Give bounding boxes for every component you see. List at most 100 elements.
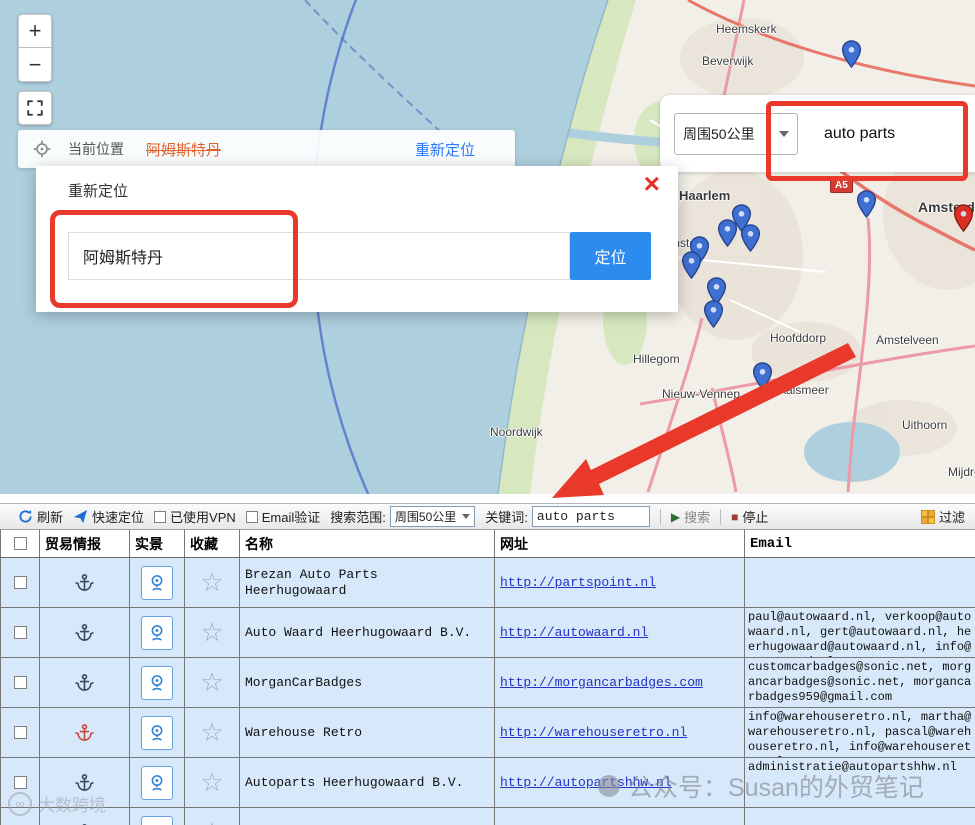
refresh-icon (19, 509, 32, 523)
star-icon[interactable]: ☆ (200, 820, 223, 825)
website-link[interactable]: http://morgancarbadges.com (500, 675, 703, 690)
row-checkbox[interactable] (13, 776, 27, 789)
anchor-icon[interactable] (75, 623, 94, 642)
search-range-value: 周围50公里 (394, 510, 457, 524)
grid-toolbar: 刷新 快速定位 已使用VPN Email验证 搜索范围: 周围50公里 关键词:… (0, 503, 975, 530)
quick-locate-button[interactable]: 快速定位 (73, 507, 144, 526)
map-canvas[interactable]: HeemskerkBeverwijkHaarlemHeemstedeAmster… (0, 0, 975, 494)
row-checkbox[interactable] (13, 626, 27, 639)
email-verify-checkbox[interactable] (245, 510, 258, 523)
row-checkbox-cell (0, 708, 40, 757)
search-button[interactable]: ▶ 搜索 (671, 507, 710, 526)
street-view-button[interactable] (141, 715, 173, 750)
map-pin[interactable] (841, 40, 862, 69)
fullscreen-button[interactable] (18, 91, 52, 125)
map-keyword-input[interactable]: auto parts (824, 125, 895, 143)
header-name: 名称 (240, 530, 495, 557)
filter-button[interactable]: 过滤 (920, 507, 965, 526)
table-header: 贸易情报 实景 收藏 名称 网址 Email (0, 530, 975, 558)
trade-info-cell (40, 758, 130, 807)
keyword-label: 关键词: (485, 510, 528, 525)
company-name: Autoparts Heerhugowaard B.V. (240, 758, 495, 807)
zoom-in-button[interactable]: + (18, 14, 52, 48)
table-row: ☆ MorganCarBadges http://morgancarbadges.c… (0, 658, 975, 708)
close-icon[interactable]: × (644, 170, 660, 198)
relocate-link[interactable]: 重新定位 (415, 139, 475, 160)
website-link[interactable]: http://partspoint.nl (500, 575, 656, 590)
row-checkbox[interactable] (13, 726, 27, 739)
row-checkbox-cell (0, 608, 40, 657)
website-link[interactable]: http://autopartshhw.nl (500, 775, 672, 790)
map-pin[interactable] (717, 219, 738, 248)
map-pin[interactable] (681, 251, 702, 280)
star-icon[interactable]: ☆ (200, 720, 223, 746)
modal-title: 重新定位 (68, 183, 129, 200)
relocate-modal: 重新定位 × 定位 (36, 166, 678, 312)
map-pin[interactable] (740, 224, 761, 253)
website-cell: http://autopartshhw.nl (495, 758, 745, 807)
map-pin[interactable] (752, 362, 773, 391)
map-range-value: 周围50公里 (683, 125, 755, 142)
emails-cell: paul@autowaard.nl, verkoop@autowaard.nl,… (748, 610, 972, 657)
row-checkbox[interactable] (13, 576, 27, 589)
search-range-label: 搜索范围: (330, 510, 386, 525)
favorite-cell: ☆ (185, 558, 240, 607)
street-view-button[interactable] (141, 615, 173, 650)
vpn-checkbox[interactable] (154, 510, 167, 523)
filter-label: 过滤 (938, 510, 965, 525)
map-pin[interactable] (856, 190, 877, 219)
row-checkbox[interactable] (13, 676, 27, 689)
table-row: ☆ Brezan Auto Parts Heerhugowaard http://p… (0, 558, 975, 608)
stop-button[interactable]: ■ 停止 (731, 507, 768, 526)
map-pin-selected[interactable] (953, 204, 974, 233)
locate-button[interactable]: 定位 (570, 232, 651, 280)
table-body: ☆ Brezan Auto Parts Heerhugowaard http://p… (0, 558, 975, 825)
row-checkbox-cell (0, 808, 40, 825)
refresh-button[interactable]: 刷新 (18, 507, 63, 526)
zoom-out-button[interactable]: − (18, 48, 52, 82)
dart-icon (73, 509, 88, 524)
anchor-icon[interactable] (75, 573, 94, 592)
street-view-button[interactable] (141, 665, 173, 700)
vpn-checkbox-group: 已使用VPN (154, 507, 236, 526)
select-all-checkbox[interactable] (13, 537, 27, 550)
star-icon[interactable]: ☆ (200, 770, 223, 796)
street-view-cell (130, 708, 185, 757)
relocate-city-input[interactable] (68, 232, 570, 280)
website-link[interactable]: http://autowaard.nl (500, 625, 648, 640)
map-pin[interactable] (703, 300, 724, 329)
star-icon[interactable]: ☆ (200, 620, 223, 646)
street-view-button[interactable] (141, 565, 173, 600)
street-view-button[interactable] (141, 815, 173, 825)
website-link[interactable]: http://warehouseretro.nl (500, 725, 687, 740)
current-location-label: 当前位置 (68, 141, 124, 157)
vpn-label: 已使用VPN (170, 510, 236, 525)
header-favorite: 收藏 (185, 530, 240, 557)
header-street-view: 实景 (130, 530, 185, 557)
star-icon[interactable]: ☆ (200, 570, 223, 596)
anchor-icon[interactable] (75, 673, 94, 692)
stop-label: 停止 (742, 510, 769, 525)
street-view-cell (130, 808, 185, 825)
map-search-panel: 周围50公里 auto parts (660, 95, 975, 172)
trade-info-cell (40, 708, 130, 757)
website-cell: http://morgancarbadges.com (495, 658, 745, 707)
expand-icon (27, 100, 43, 116)
filter-grid-icon (920, 509, 935, 524)
favorite-cell: ☆ (185, 708, 240, 757)
target-icon (32, 139, 52, 159)
stop-icon: ■ (731, 509, 739, 524)
anchor-icon[interactable] (75, 723, 94, 742)
street-view-button[interactable] (141, 765, 173, 800)
anchor-icon[interactable] (75, 773, 94, 792)
row-checkbox-cell (0, 658, 40, 707)
map-range-select[interactable]: 周围50公里 (674, 112, 798, 155)
star-icon[interactable]: ☆ (200, 670, 223, 696)
website-cell: http://warehouseretro.nl (495, 708, 745, 757)
keyword-input[interactable]: auto parts (531, 506, 650, 527)
email-verify-label: Email验证 (261, 510, 321, 525)
favorite-cell: ☆ (185, 608, 240, 657)
emails-cell: customcarbadges@sonic.net, morgancarbadg… (748, 660, 972, 704)
search-range-select[interactable]: 周围50公里 (389, 506, 476, 527)
emails-cell: info@warehouseretro.nl, martha@warehouse… (748, 710, 972, 757)
